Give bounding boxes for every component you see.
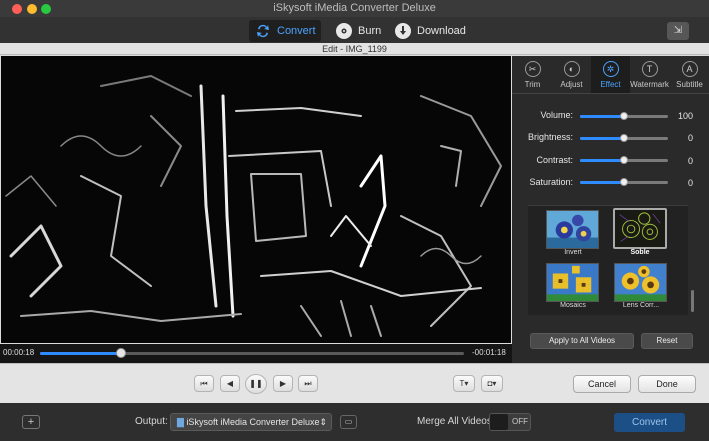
current-time: 00:00:18 xyxy=(3,348,35,357)
effects-scrollbar[interactable] xyxy=(691,290,694,312)
convert-icon xyxy=(255,23,271,39)
contrast-fill xyxy=(580,159,624,162)
effect-soble-label: Soble xyxy=(630,249,650,256)
effect-mosaics-label: Mosaics xyxy=(560,302,586,309)
dialog-title: Edit - IMG_1199 xyxy=(0,43,709,55)
skip-to-end-button[interactable]: ⏭ xyxy=(298,375,318,392)
contrast-value: 0 xyxy=(687,156,693,166)
cancel-button[interactable]: Cancel xyxy=(573,375,631,393)
step-back-icon: ◀ xyxy=(226,379,234,388)
effect-lens-correction-thumbnail[interactable] xyxy=(614,263,667,302)
tab-download[interactable]: Download xyxy=(389,20,469,42)
add-files-button[interactable]: + xyxy=(22,415,40,429)
progress-handle[interactable] xyxy=(115,348,126,358)
tab-download-label: Download xyxy=(417,25,466,37)
zoom-window-button[interactable] xyxy=(41,4,51,14)
progress-fill xyxy=(40,352,121,355)
brightness-label: Brightness: xyxy=(527,132,573,142)
reset-button[interactable]: Reset xyxy=(641,333,693,349)
pause-icon: ❚❚ xyxy=(249,379,263,388)
tab-burn-label: Burn xyxy=(358,25,382,37)
tab-subtitle-label: Subtitle xyxy=(676,80,703,89)
text-icon: T▾ xyxy=(459,379,469,388)
volume-label: Volume: xyxy=(540,110,573,120)
chevron-updown-icon: ⇕ xyxy=(319,417,327,427)
done-button[interactable]: Done xyxy=(638,375,696,393)
watermark-icon: T xyxy=(641,61,658,77)
merge-toggle-knob xyxy=(490,414,508,430)
volume-handle[interactable] xyxy=(620,112,628,120)
tab-watermark-label: Watermark xyxy=(630,80,669,89)
effect-lens-correction-label: Lens Corr... xyxy=(622,302,660,309)
output-folder-select[interactable]: ▇ iSkysoft iMedia Converter Deluxe ⇕ xyxy=(170,413,332,431)
step-back-button[interactable]: ◀ xyxy=(220,375,240,392)
camera-icon: ◘▾ xyxy=(487,379,497,388)
step-forward-icon: ▶ xyxy=(279,379,287,388)
video-frame-image xyxy=(1,56,511,343)
skip-start-icon: ⏮ xyxy=(200,379,208,388)
step-forward-button[interactable]: ▶ xyxy=(273,375,293,392)
skip-to-start-button[interactable]: ⏮ xyxy=(194,375,214,392)
effect-invert-thumbnail[interactable] xyxy=(546,210,599,249)
adjust-icon: ◐ xyxy=(563,61,580,77)
plus-icon: + xyxy=(27,416,35,428)
pause-button[interactable]: ❚❚ xyxy=(245,374,267,394)
saturation-label: Saturation: xyxy=(529,177,573,187)
close-window-button[interactable] xyxy=(12,4,22,14)
effect-mosaics-thumbnail[interactable] xyxy=(546,263,599,302)
effect-invert-label: Invert xyxy=(564,249,582,256)
text-overlay-button[interactable]: T▾ xyxy=(453,375,475,392)
effect-soble-thumbnail[interactable] xyxy=(613,208,667,249)
merge-label: Merge All Videos: xyxy=(417,416,495,427)
tab-effect-label: Effect xyxy=(600,80,621,89)
tab-watermark[interactable]: T Watermark xyxy=(630,56,669,93)
export-icon[interactable]: ⇲ xyxy=(667,22,689,40)
volume-value: 100 xyxy=(677,111,693,121)
disc-icon xyxy=(336,23,352,39)
open-folder-button[interactable]: ▭ xyxy=(340,415,357,429)
effect-icon: ✲ xyxy=(602,61,619,77)
output-value: iSkysoft iMedia Converter Deluxe xyxy=(186,417,320,427)
apply-to-all-videos-button[interactable]: Apply to All Videos xyxy=(530,333,634,349)
contrast-handle[interactable] xyxy=(620,156,628,164)
download-icon xyxy=(395,23,411,39)
output-label: Output: xyxy=(135,416,168,427)
tab-convert-label: Convert xyxy=(277,25,316,37)
skip-end-icon: ⏭ xyxy=(304,379,312,388)
scissors-icon: ✂ xyxy=(524,61,541,77)
subtitle-icon: A xyxy=(681,61,698,77)
tab-trim[interactable]: ✂ Trim xyxy=(513,56,552,93)
tab-effect[interactable]: ✲ Effect xyxy=(591,56,630,93)
tab-convert[interactable]: Convert xyxy=(249,20,321,42)
tab-adjust-label: Adjust xyxy=(560,80,583,89)
tab-subtitle[interactable]: A Subtitle xyxy=(670,56,709,93)
folder-open-icon: ▭ xyxy=(344,417,353,426)
minimize-window-button[interactable] xyxy=(27,4,37,14)
convert-button[interactable]: Convert xyxy=(614,413,685,432)
video-preview xyxy=(1,56,511,343)
folder-icon: ▇ xyxy=(177,417,184,427)
tab-trim-label: Trim xyxy=(524,80,541,89)
contrast-label: Contrast: xyxy=(536,155,573,165)
saturation-value: 0 xyxy=(687,178,693,188)
remaining-time: -00:01:18 xyxy=(472,348,506,357)
snapshot-button[interactable]: ◘▾ xyxy=(481,375,503,392)
merge-state: OFF xyxy=(512,417,528,426)
brightness-handle[interactable] xyxy=(620,134,628,142)
saturation-handle[interactable] xyxy=(620,178,628,186)
tab-burn[interactable]: Burn xyxy=(330,20,392,42)
volume-fill xyxy=(580,115,624,118)
brightness-value: 0 xyxy=(687,133,693,143)
brightness-fill xyxy=(580,137,624,140)
tab-adjust[interactable]: ◐ Adjust xyxy=(552,56,591,93)
window-title: iSkysoft iMedia Converter Deluxe xyxy=(0,0,709,17)
divider xyxy=(512,93,709,94)
saturation-fill xyxy=(580,181,624,184)
